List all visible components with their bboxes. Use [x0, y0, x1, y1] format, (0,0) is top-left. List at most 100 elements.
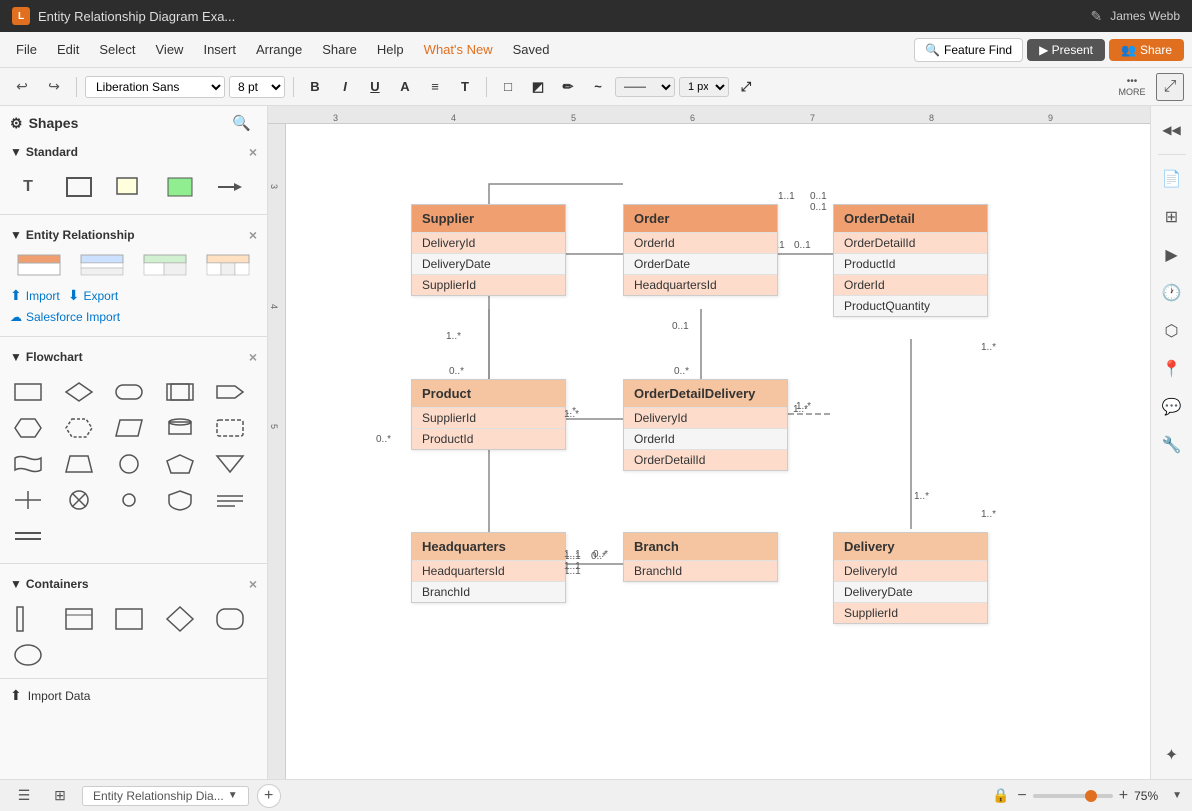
- text-shape[interactable]: T: [8, 170, 48, 204]
- fc-equals[interactable]: [8, 519, 48, 553]
- product-entity[interactable]: Product SupplierId ProductId: [411, 379, 566, 450]
- fc-trapezoid[interactable]: [59, 447, 99, 481]
- fc-circle[interactable]: [109, 447, 149, 481]
- cont-diamond2[interactable]: [160, 602, 200, 636]
- zoom-dropdown-icon[interactable]: ▼: [1172, 790, 1182, 801]
- cont-swimlane[interactable]: [59, 602, 99, 636]
- import-button[interactable]: ⬆ Import: [10, 287, 60, 304]
- note-shape[interactable]: [109, 170, 149, 204]
- fullscreen-button[interactable]: ⤢: [1156, 73, 1184, 101]
- fc-tape[interactable]: [8, 447, 48, 481]
- shape-fill-button[interactable]: □: [495, 74, 521, 100]
- menu-file[interactable]: File: [8, 38, 45, 61]
- line-style-button[interactable]: ~: [585, 74, 611, 100]
- fc-hex[interactable]: [8, 411, 48, 445]
- waypoint-button[interactable]: ⤢: [733, 74, 759, 100]
- menu-select[interactable]: Select: [91, 38, 143, 61]
- shapes-gear-icon[interactable]: ⚙: [10, 115, 23, 132]
- redo-button[interactable]: ↪: [40, 73, 68, 101]
- grid-view-button[interactable]: ⊞: [46, 782, 74, 810]
- bold-button[interactable]: B: [302, 74, 328, 100]
- cont-ellipse[interactable]: [8, 638, 48, 672]
- supplier-entity[interactable]: Supplier DeliveryId DeliveryDate Supplie…: [411, 204, 566, 296]
- order-entity[interactable]: Order OrderId OrderDate HeadquartersId: [623, 204, 778, 296]
- menu-whats-new[interactable]: What's New: [416, 38, 501, 61]
- fc-cross[interactable]: [8, 483, 48, 517]
- flowchart-close[interactable]: ×: [249, 349, 257, 365]
- containers-close[interactable]: ×: [249, 576, 257, 592]
- list-view-button[interactable]: ☰: [10, 782, 38, 810]
- feature-find-button[interactable]: 🔍 Feature Find: [914, 38, 1023, 62]
- right-tools-icon[interactable]: 🔧: [1156, 429, 1188, 461]
- present-button[interactable]: ▶ Present: [1027, 39, 1105, 61]
- menu-view[interactable]: View: [148, 38, 192, 61]
- headquarters-entity[interactable]: Headquarters HeadquartersId BranchId: [411, 532, 566, 603]
- right-present-icon[interactable]: ▶: [1156, 239, 1188, 271]
- er-shape-1[interactable]: [8, 251, 69, 279]
- orderdetail-entity[interactable]: OrderDetail OrderDetailId ProductId Orde…: [833, 204, 988, 317]
- font-size-select[interactable]: 8 pt: [229, 76, 285, 98]
- fc-triangle-down[interactable]: [210, 447, 250, 481]
- right-pages-icon[interactable]: 📄: [1156, 163, 1188, 195]
- right-layers-icon[interactable]: ⬡: [1156, 315, 1188, 347]
- menu-insert[interactable]: Insert: [195, 38, 244, 61]
- colored-rect-shape[interactable]: [160, 170, 200, 204]
- er-close[interactable]: ×: [249, 227, 257, 243]
- fc-x-circle[interactable]: [59, 483, 99, 517]
- orderdetaildelivery-entity[interactable]: OrderDetailDelivery DeliveryId OrderId O…: [623, 379, 788, 471]
- er-shape-4[interactable]: [198, 251, 259, 279]
- align-button[interactable]: ≡: [422, 74, 448, 100]
- fc-pentagon[interactable]: [160, 447, 200, 481]
- er-shape-2[interactable]: [71, 251, 132, 279]
- menu-arrange[interactable]: Arrange: [248, 38, 310, 61]
- er-shape-3[interactable]: [135, 251, 196, 279]
- arrow-shape[interactable]: [210, 170, 250, 204]
- containers-toggle[interactable]: ▼: [10, 577, 22, 591]
- er-toggle[interactable]: ▼: [10, 228, 22, 242]
- tab-dropdown-icon[interactable]: ▼: [228, 790, 238, 801]
- line-weight-select[interactable]: ——: [615, 77, 675, 97]
- fc-diamond[interactable]: [59, 375, 99, 409]
- right-clock-icon[interactable]: 🕐: [1156, 277, 1188, 309]
- fc-rounded[interactable]: [109, 375, 149, 409]
- zoom-out-button[interactable]: −: [1017, 787, 1026, 805]
- fc-cylinder[interactable]: [160, 411, 200, 445]
- cont-rect2[interactable]: [109, 602, 149, 636]
- menu-edit[interactable]: Edit: [49, 38, 87, 61]
- flowchart-toggle[interactable]: ▼: [10, 350, 22, 364]
- fc-arrow-rect[interactable]: [210, 375, 250, 409]
- salesforce-import-button[interactable]: ☁ Salesforce Import: [0, 308, 267, 332]
- fc-list-lines[interactable]: [210, 483, 250, 517]
- canvas-area[interactable]: 3 4 5 6 7 8 9 3 4 5 1..* 0..*: [268, 106, 1150, 779]
- menu-share[interactable]: Share: [314, 38, 365, 61]
- cont-list[interactable]: [8, 602, 48, 636]
- fc-parallelogram[interactable]: [109, 411, 149, 445]
- zoom-slider-thumb[interactable]: [1085, 790, 1097, 802]
- standard-toggle[interactable]: ▼: [10, 145, 22, 159]
- line-color-button[interactable]: ✏: [555, 74, 581, 100]
- standard-close[interactable]: ×: [249, 144, 257, 160]
- fc-shield[interactable]: [160, 483, 200, 517]
- text-align-button[interactable]: T: [452, 74, 478, 100]
- fc-hex2[interactable]: [59, 411, 99, 445]
- diagram-area[interactable]: 1..* 0..* 1..1 0..1 0..1 0..* 1..*: [286, 124, 1150, 779]
- edit-icon[interactable]: ✎: [1090, 8, 1102, 25]
- share-button[interactable]: 👥 Share: [1109, 39, 1184, 61]
- undo-button[interactable]: ↩: [8, 73, 36, 101]
- fc-small-circle[interactable]: [109, 483, 149, 517]
- page-tab[interactable]: Entity Relationship Dia... ▼: [82, 786, 249, 806]
- branch-entity[interactable]: Branch BranchId: [623, 532, 778, 582]
- line-thickness-select[interactable]: 1 px: [679, 77, 729, 97]
- add-tab-button[interactable]: +: [257, 784, 281, 808]
- right-sparkle-icon[interactable]: ✦: [1156, 739, 1188, 771]
- import-data-button[interactable]: ⬆ Import Data: [0, 678, 267, 712]
- shapes-search-icon[interactable]: 🔍: [232, 114, 251, 132]
- zoom-in-button[interactable]: +: [1119, 787, 1128, 805]
- right-location-icon[interactable]: 📍: [1156, 353, 1188, 385]
- font-color-button[interactable]: A: [392, 74, 418, 100]
- fill-color-button[interactable]: ◩: [525, 74, 551, 100]
- font-family-select[interactable]: Liberation Sans: [85, 76, 225, 98]
- rect-shape[interactable]: [59, 170, 99, 204]
- canvas-content[interactable]: 1..* 0..* 1..1 0..1 0..1 0..* 1..*: [286, 124, 1150, 779]
- right-comment-icon[interactable]: 💬: [1156, 391, 1188, 423]
